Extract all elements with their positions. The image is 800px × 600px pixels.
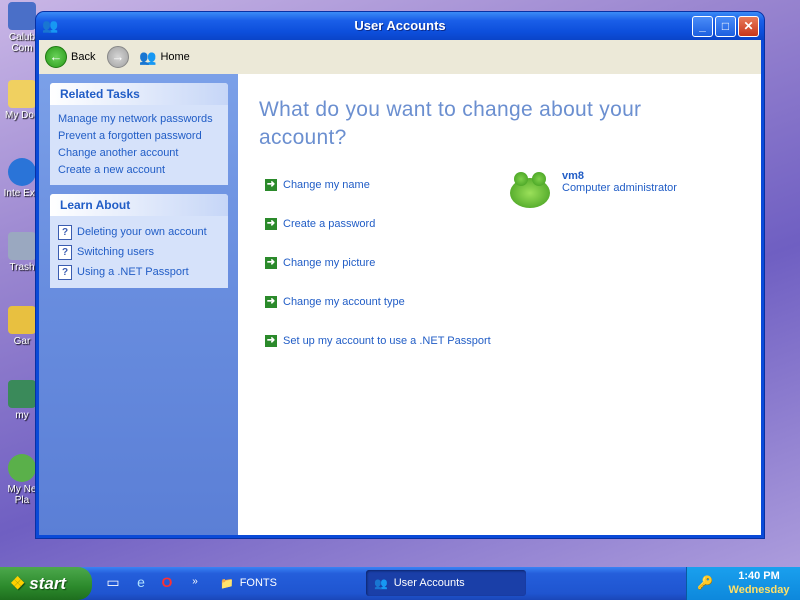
help-icon: ?	[58, 224, 72, 240]
learn-about-title[interactable]: Learn About	[50, 194, 228, 216]
clock-time: 1:40 PM	[738, 570, 780, 582]
help-net-passport[interactable]: ? Using a .NET Passport	[58, 262, 220, 282]
show-desktop-icon[interactable]: ▭	[104, 573, 122, 591]
task-change-account-type[interactable]: ➜ Change my account type	[265, 296, 405, 308]
forward-button[interactable]: →	[107, 45, 133, 69]
clock[interactable]: 1:40 PM Wednesday	[719, 569, 799, 597]
desktop-icon-label: Trash	[9, 262, 35, 273]
start-label: start	[29, 573, 67, 593]
taskbar: ❖ start ▭ e O » 📁 FONTS 👥 User Accounts …	[0, 567, 800, 600]
taskbar-button-label: FONTS	[239, 577, 277, 589]
help-icon: ?	[58, 264, 72, 280]
desktop-icon-label: my	[15, 410, 29, 421]
task-label: Change my account type	[283, 296, 405, 308]
desktop-icon-label: My Doc	[5, 110, 39, 121]
tray-network-icon[interactable]: 🔑	[697, 575, 713, 591]
task-label: Set up my account to use a .NET Passport	[283, 335, 491, 347]
toolbar: ← Back → 👥 Home	[39, 40, 761, 75]
back-button[interactable]: ← Back	[45, 45, 95, 69]
start-button[interactable]: ❖ start	[0, 567, 92, 600]
taskbar-button-label: User Accounts	[393, 577, 465, 589]
task-change-picture[interactable]: ➜ Change my picture	[265, 257, 375, 269]
internet-explorer-icon	[8, 158, 36, 186]
window-title: User Accounts	[354, 18, 446, 33]
system-tray: 🔑 1:40 PM Wednesday	[686, 567, 800, 600]
link-change-another-account[interactable]: Change another account	[58, 145, 220, 162]
link-create-new-account[interactable]: Create a new account	[58, 162, 220, 179]
green-arrow-icon: ➜	[265, 335, 277, 347]
desktop-icon-label: My Ne Pla	[7, 484, 37, 506]
task-change-name[interactable]: ➜ Change my name	[265, 179, 370, 191]
help-label: Switching users	[77, 246, 155, 258]
content-area: Related Tasks Manage my network password…	[39, 74, 761, 535]
taskbar-user-accounts-button[interactable]: 👥 User Accounts	[366, 570, 526, 596]
games-icon	[8, 306, 36, 334]
help-label: Using a .NET Passport	[77, 266, 189, 278]
back-label: Back	[71, 51, 96, 63]
account-name: vm8	[562, 170, 585, 182]
learn-about-panel: Learn About ? Deleting your own account …	[50, 194, 228, 288]
link-manage-network-passwords[interactable]: Manage my network passwords	[58, 111, 220, 128]
task-pane: Related Tasks Manage my network password…	[39, 74, 238, 535]
home-button[interactable]: 👥 Home	[139, 45, 190, 69]
forward-arrow-icon: →	[107, 46, 129, 68]
main-pane: What do you want to change about your ac…	[238, 74, 761, 535]
user-accounts-window: 👥 User Accounts _ □ ✕ ← Back → 👥 Home Re…	[36, 12, 764, 538]
green-arrow-icon: ➜	[265, 257, 277, 269]
clock-day: Wednesday	[728, 584, 790, 596]
users-home-icon: 👥	[139, 48, 157, 65]
folder-icon	[8, 80, 36, 108]
help-icon: ?	[58, 244, 72, 260]
title-bar[interactable]: 👥 User Accounts _ □ ✕	[36, 12, 764, 40]
home-label: Home	[160, 51, 190, 63]
taskbar-fonts-button[interactable]: 📁 FONTS	[212, 570, 352, 596]
account-type: Computer administrator	[562, 182, 677, 194]
help-switching-users[interactable]: ? Switching users	[58, 242, 220, 262]
minimize-button[interactable]: _	[692, 16, 713, 37]
internet-explorer-icon[interactable]: e	[132, 573, 150, 591]
network-icon	[8, 454, 36, 482]
green-arrow-icon: ➜	[265, 218, 277, 230]
recycle-bin-icon	[8, 232, 36, 260]
back-arrow-icon: ←	[45, 46, 67, 68]
desktop-icon-label: Inte Exp	[3, 188, 41, 199]
computer-icon	[8, 2, 36, 30]
related-tasks-panel: Related Tasks Manage my network password…	[50, 83, 228, 185]
help-deleting-own-account[interactable]: ? Deleting your own account	[58, 222, 220, 242]
opera-icon[interactable]: O	[158, 573, 176, 591]
page-title: What do you want to change about your ac…	[259, 98, 642, 149]
close-button[interactable]: ✕	[738, 16, 759, 37]
task-label: Change my name	[283, 179, 370, 191]
task-label: Create a password	[283, 218, 376, 230]
task-label: Change my picture	[283, 257, 376, 269]
folder-icon: 📁	[220, 577, 234, 590]
related-tasks-title[interactable]: Related Tasks	[50, 83, 228, 105]
quick-launch-expand-icon[interactable]: »	[186, 573, 204, 591]
link-prevent-forgotten-password[interactable]: Prevent a forgotten password	[58, 128, 220, 145]
frog-avatar-icon	[506, 170, 554, 212]
desktop-icon-label: Calub Com	[8, 32, 36, 54]
user-accounts-icon: 👥	[374, 577, 388, 590]
green-arrow-icon: ➜	[265, 296, 277, 308]
user-icon	[8, 380, 36, 408]
desktop-icon-label: Gar	[13, 336, 31, 347]
help-label: Deleting your own account	[77, 226, 207, 238]
task-net-passport[interactable]: ➜ Set up my account to use a .NET Passpo…	[265, 335, 491, 347]
account-card: vm8 Computer administrator	[506, 170, 677, 212]
task-create-password[interactable]: ➜ Create a password	[265, 218, 375, 230]
maximize-button[interactable]: □	[715, 16, 736, 37]
windows-logo-icon: ❖	[10, 573, 26, 593]
green-arrow-icon: ➜	[265, 179, 277, 191]
